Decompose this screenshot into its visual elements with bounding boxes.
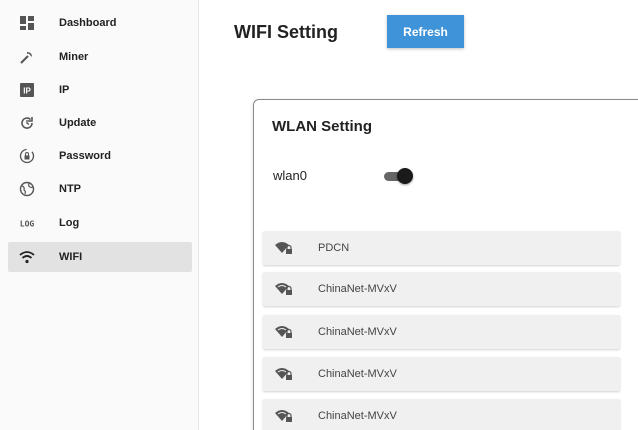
card-title: WLAN Setting [272, 118, 372, 135]
toggle-knob [397, 168, 413, 184]
wlan-toggle[interactable] [382, 168, 413, 184]
sidebar-item-label: Log [59, 217, 80, 229]
wifi-lock-icon [274, 240, 294, 256]
network-item[interactable]: ChinaNet-MVxV [263, 357, 620, 391]
sidebar-item-update[interactable]: Update [8, 108, 192, 138]
refresh-button[interactable]: Refresh [387, 15, 464, 48]
network-ssid: ChinaNet-MVxV [318, 368, 397, 380]
page-title: WIFI Setting [234, 22, 338, 42]
network-ssid: ChinaNet-MVxV [318, 283, 397, 295]
sidebar-item-label: Miner [59, 51, 89, 63]
sidebar-item-wifi[interactable]: WIFI [8, 242, 192, 272]
wifi-lock-icon [274, 408, 294, 424]
dashboard-icon [18, 14, 36, 32]
globe-icon [18, 180, 36, 198]
sidebar-item-label: IP [59, 84, 70, 96]
wifi-lock-icon [274, 281, 294, 297]
network-item[interactable]: ChinaNet-MVxV [263, 272, 620, 306]
wifi-lock-icon [274, 324, 294, 340]
network-item[interactable]: ChinaNet-MVxV [263, 399, 620, 430]
sidebar-item-password[interactable]: Password [8, 141, 192, 171]
sidebar-item-log[interactable]: LOG Log [8, 208, 192, 238]
ip-icon: IP [18, 81, 36, 99]
lock-icon [18, 147, 36, 165]
sidebar-item-label: Dashboard [59, 17, 117, 29]
sidebar-item-label: Update [59, 117, 97, 129]
network-ssid: ChinaNet-MVxV [318, 326, 397, 338]
sidebar-item-label: Password [59, 150, 111, 162]
network-item[interactable]: PDCN [263, 231, 620, 265]
sidebar-item-ntp[interactable]: NTP [8, 174, 192, 204]
network-ssid: ChinaNet-MVxV [318, 410, 397, 422]
sidebar-item-dashboard[interactable]: Dashboard [8, 8, 192, 38]
wifi-icon [18, 248, 36, 266]
sidebar-item-label: WIFI [59, 251, 83, 263]
update-icon [18, 114, 36, 132]
sidebar-item-ip[interactable]: IP IP [8, 75, 192, 105]
sidebar-item-miner[interactable]: Miner [8, 42, 192, 72]
log-icon-text: LOG [20, 219, 35, 229]
wlan-interface-label: wlan0 [273, 168, 307, 183]
ip-icon-text: IP [23, 87, 31, 96]
network-ssid: PDCN [318, 242, 350, 254]
pickaxe-icon [18, 48, 36, 66]
wifi-lock-icon [274, 366, 294, 382]
network-item[interactable]: ChinaNet-MVxV [263, 315, 620, 349]
sidebar: Dashboard Miner IP IP Update Password NT… [0, 0, 199, 430]
sidebar-item-label: NTP [59, 183, 81, 195]
log-icon: LOG [18, 214, 36, 232]
